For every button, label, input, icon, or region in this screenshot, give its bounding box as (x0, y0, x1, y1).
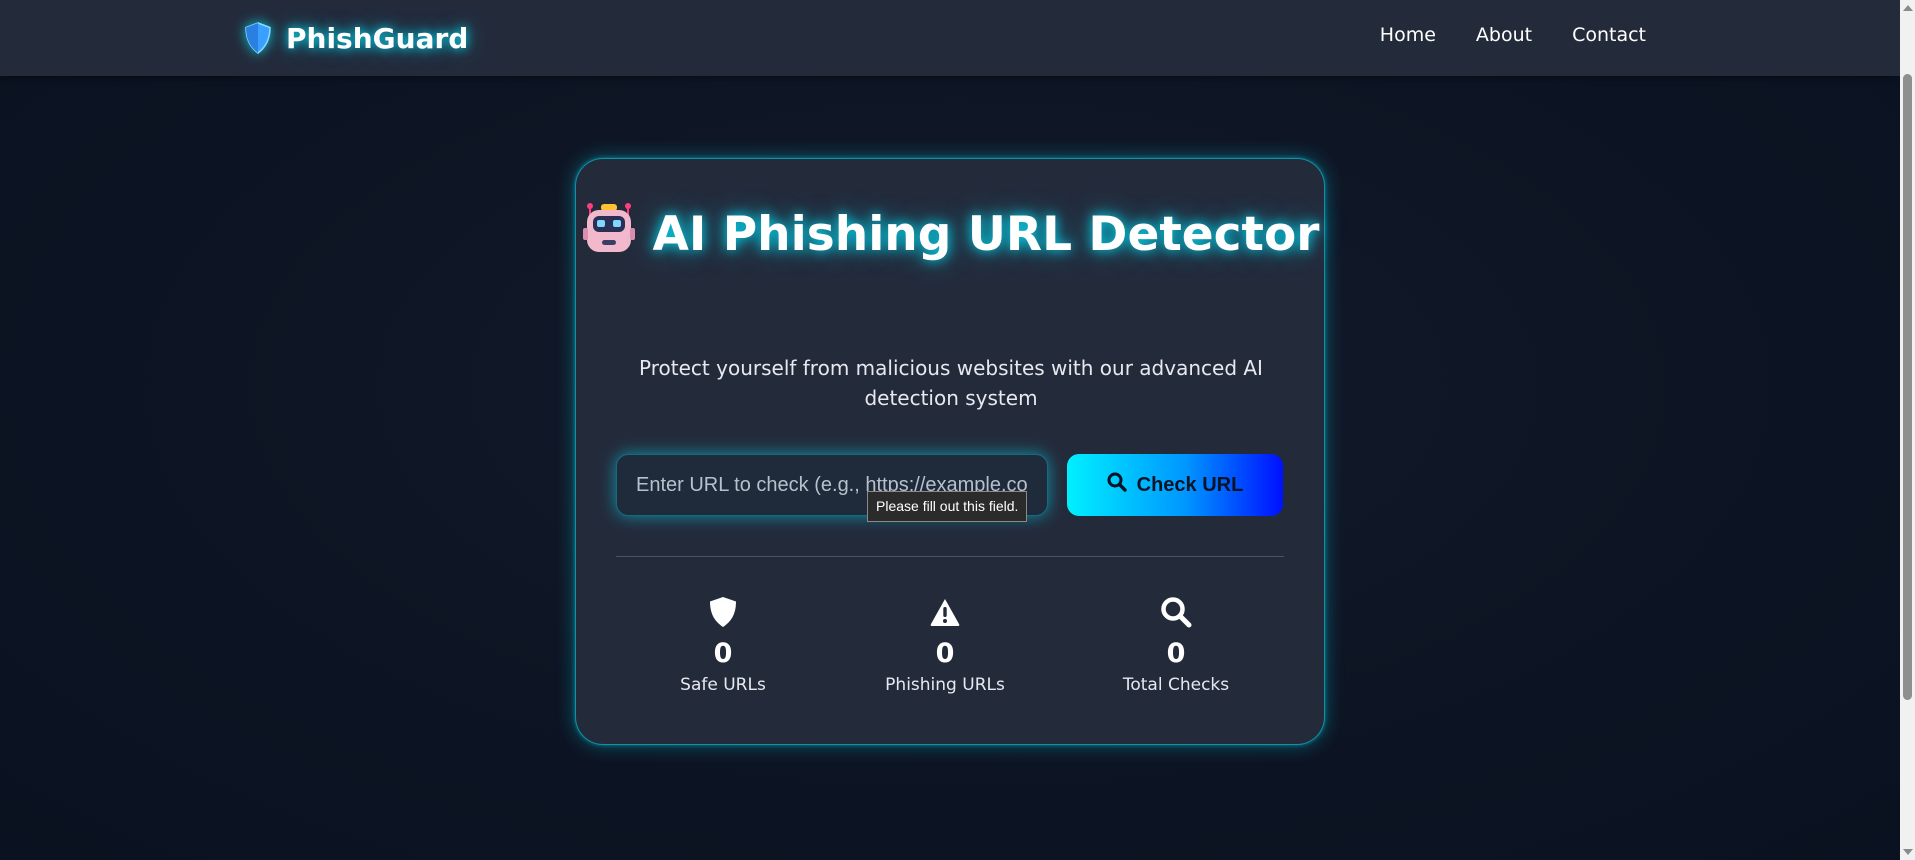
total-checks-label: Total Checks (1122, 675, 1230, 695)
stat-phishing-urls: 0 Phishing URLs (845, 595, 1045, 697)
phishing-urls-label: Phishing URLs (885, 675, 1005, 695)
total-checks-count: 0 (1166, 638, 1186, 669)
navbar: PhishGuard Home About Contact (0, 0, 1900, 76)
vertical-scrollbar[interactable] (1900, 0, 1915, 860)
scrollbar-thumb[interactable] (1903, 74, 1912, 700)
validation-tooltip: Please fill out this field. (867, 491, 1028, 522)
stat-total-checks: 0 Total Checks (1076, 595, 1276, 697)
nav-link-home[interactable]: Home (1380, 24, 1436, 46)
shield-icon (244, 21, 274, 55)
phishing-urls-count: 0 (935, 638, 955, 669)
brand-logo[interactable]: PhishGuard (244, 18, 468, 58)
scroll-up-arrow-icon[interactable] (1903, 5, 1913, 11)
search-icon (1076, 595, 1276, 629)
safe-urls-count: 0 (713, 638, 733, 669)
check-url-button[interactable]: Check URL (1067, 454, 1283, 516)
stat-safe-urls: 0 Safe URLs (623, 595, 823, 697)
detector-card: AI Phishing URL Detector Protect yoursel… (575, 158, 1325, 745)
page-title-text: AI Phishing URL Detector (652, 207, 1320, 262)
check-url-button-label: Check URL (1136, 473, 1244, 496)
page-title: AI Phishing URL Detector (576, 201, 1326, 274)
nav-links: Home About Contact (1380, 24, 1646, 46)
shield-icon (623, 595, 823, 629)
scroll-down-arrow-icon[interactable] (1903, 849, 1913, 855)
page-subtitle: Protect yourself from malicious websites… (639, 356, 1263, 410)
safe-urls-label: Safe URLs (680, 675, 766, 695)
robot-icon (582, 202, 635, 274)
nav-link-about[interactable]: About (1476, 24, 1532, 46)
search-icon (1107, 472, 1127, 498)
nav-link-contact[interactable]: Contact (1572, 24, 1646, 46)
brand-name: PhishGuard (286, 21, 469, 55)
divider (616, 556, 1284, 557)
warning-icon (845, 595, 1045, 629)
